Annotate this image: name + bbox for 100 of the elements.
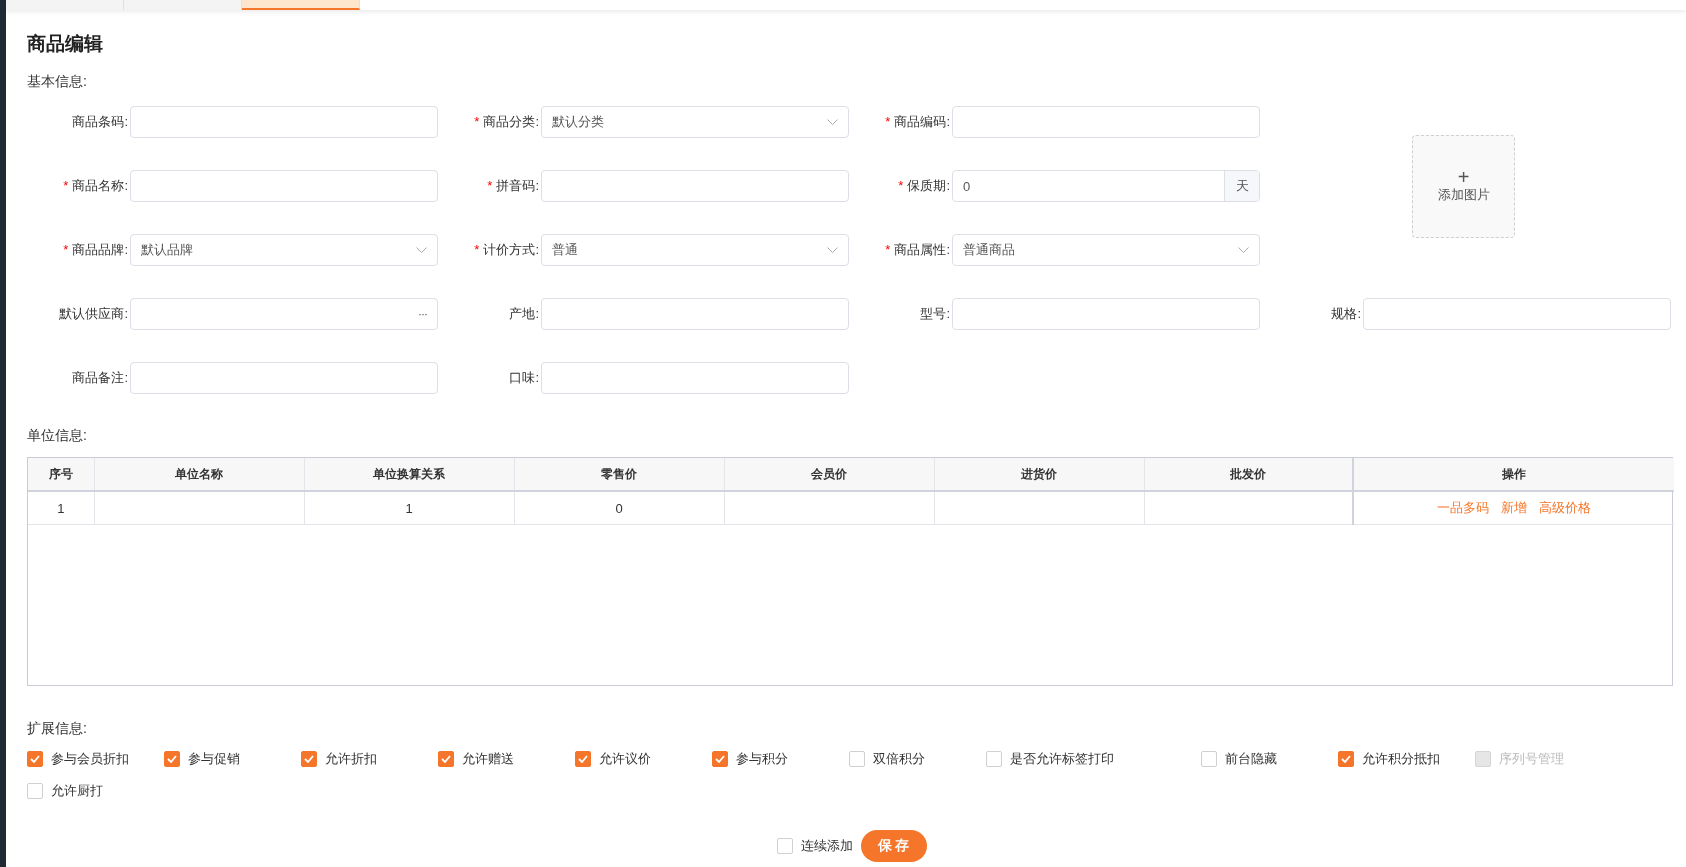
column-header: 单位换算关系 — [304, 458, 514, 491]
checkbox[interactable] — [712, 751, 728, 767]
checkbox[interactable] — [27, 783, 43, 799]
field-label-text: 商品属性: — [894, 242, 950, 257]
checkbox[interactable] — [301, 751, 317, 767]
field-label-text: 保质期: — [907, 178, 950, 193]
chevron-down-icon — [827, 118, 838, 126]
option-label: 参与促销 — [188, 750, 240, 768]
option-label: 连续添加 — [800, 837, 853, 855]
input-field[interactable] — [952, 106, 1260, 138]
input-value: 0 — [962, 178, 972, 194]
select-field[interactable]: 默认品牌 — [130, 234, 438, 266]
column-header: 零售价 — [514, 458, 724, 491]
field-label-text: 商品编码: — [894, 114, 950, 129]
section-heading: 单位信息: — [27, 426, 88, 444]
select-value: 普通 — [552, 241, 578, 259]
input-field[interactable] — [130, 362, 438, 394]
option-label: 允许积分抵扣 — [1362, 750, 1440, 768]
checkbox[interactable] — [27, 751, 43, 767]
option-label: 允许议价 — [599, 750, 651, 768]
field-label-text: 商品条码: — [72, 114, 128, 129]
column-header: 会员价 — [724, 458, 934, 491]
field-label-text: 拼音码: — [496, 178, 539, 193]
select-value: 默认品牌 — [141, 241, 193, 259]
column-header: 单位名称 — [94, 458, 304, 491]
check-icon — [304, 755, 314, 763]
checkbox[interactable] — [986, 751, 1002, 767]
section-heading: 扩展信息: — [27, 719, 88, 737]
input-field[interactable] — [952, 298, 1260, 330]
section-heading: 基本信息: — [27, 72, 88, 90]
check-icon — [441, 755, 451, 763]
tab[interactable] — [242, 0, 360, 10]
check-icon — [167, 755, 177, 763]
input-field[interactable] — [130, 106, 438, 138]
tab[interactable] — [124, 0, 242, 10]
chevron-down-icon — [1238, 246, 1249, 254]
input-field[interactable] — [541, 298, 849, 330]
input-field[interactable] — [1363, 298, 1671, 330]
field-label-text: 型号: — [920, 306, 950, 321]
option-label: 参与会员折扣 — [51, 750, 129, 768]
option-label: 参与积分 — [736, 750, 788, 768]
option-label: 允许折扣 — [325, 750, 377, 768]
check-icon — [1341, 755, 1351, 763]
chevron-down-icon — [827, 246, 838, 254]
field-label-text: 计价方式: — [483, 242, 539, 257]
field-label-text: 默认供应商: — [59, 306, 128, 321]
column-header: 序号 — [28, 458, 94, 491]
option-label: 双倍积分 — [873, 750, 925, 768]
plus-icon: + — [1457, 168, 1470, 186]
option-label: 是否允许标签打印 — [1010, 750, 1114, 768]
option-label: 允许赠送 — [462, 750, 514, 768]
check-icon — [578, 755, 588, 763]
input-field[interactable] — [541, 170, 849, 202]
option-label: 序列号管理 — [1499, 750, 1564, 768]
input-field[interactable] — [130, 170, 438, 202]
tab[interactable] — [6, 0, 124, 10]
input-field[interactable]: ··· — [130, 298, 438, 330]
required-mark: * — [63, 242, 69, 257]
select-field[interactable]: 普通商品 — [952, 234, 1260, 266]
option-label: 前台隐藏 — [1225, 750, 1277, 768]
table-cell: 1 — [28, 491, 94, 525]
field-label-text: 商品名称: — [72, 178, 128, 193]
input-field[interactable]: 0 天 — [952, 170, 1260, 202]
required-mark: * — [898, 178, 904, 193]
field-label-text: 商品备注: — [72, 370, 128, 385]
table-cell: 0 — [514, 491, 724, 525]
more-button[interactable]: ··· — [418, 307, 427, 321]
checkbox[interactable] — [575, 751, 591, 767]
checkbox[interactable] — [438, 751, 454, 767]
chevron-down-icon — [416, 246, 427, 254]
select-field[interactable]: 默认分类 — [541, 106, 849, 138]
field-label-text: 规格: — [1331, 306, 1361, 321]
check-icon — [30, 755, 40, 763]
field-label-text: 商品品牌: — [72, 242, 128, 257]
checkbox[interactable] — [1338, 751, 1354, 767]
required-mark: * — [487, 178, 493, 193]
table-cell: 1 — [304, 491, 514, 525]
required-mark: * — [63, 178, 69, 193]
input-field[interactable] — [541, 362, 849, 394]
upload-label: 添加图片 — [1437, 186, 1490, 204]
column-header: 进货价 — [934, 458, 1144, 491]
select-field[interactable]: 普通 — [541, 234, 849, 266]
option-label: 允许厨打 — [51, 782, 103, 800]
unit-addon: 天 — [1224, 171, 1259, 201]
field-label-text: 商品分类: — [483, 114, 539, 129]
check-icon — [715, 755, 725, 763]
field-label-text: 产地: — [509, 306, 539, 321]
image-upload[interactable]: + 添加图片 — [1412, 134, 1515, 238]
select-value: 默认分类 — [552, 113, 604, 131]
checkbox[interactable] — [849, 751, 865, 767]
field-label-text: 口味: — [509, 370, 539, 385]
required-mark: * — [885, 242, 891, 257]
required-mark: * — [885, 114, 891, 129]
checkbox[interactable] — [1201, 751, 1217, 767]
checkbox[interactable] — [164, 751, 180, 767]
checkbox[interactable] — [776, 838, 793, 854]
required-mark: * — [474, 242, 480, 257]
column-header: 操作 — [1353, 458, 1674, 491]
column-header: 批发价 — [1144, 458, 1353, 491]
page-title: 商品编辑 — [27, 32, 104, 56]
